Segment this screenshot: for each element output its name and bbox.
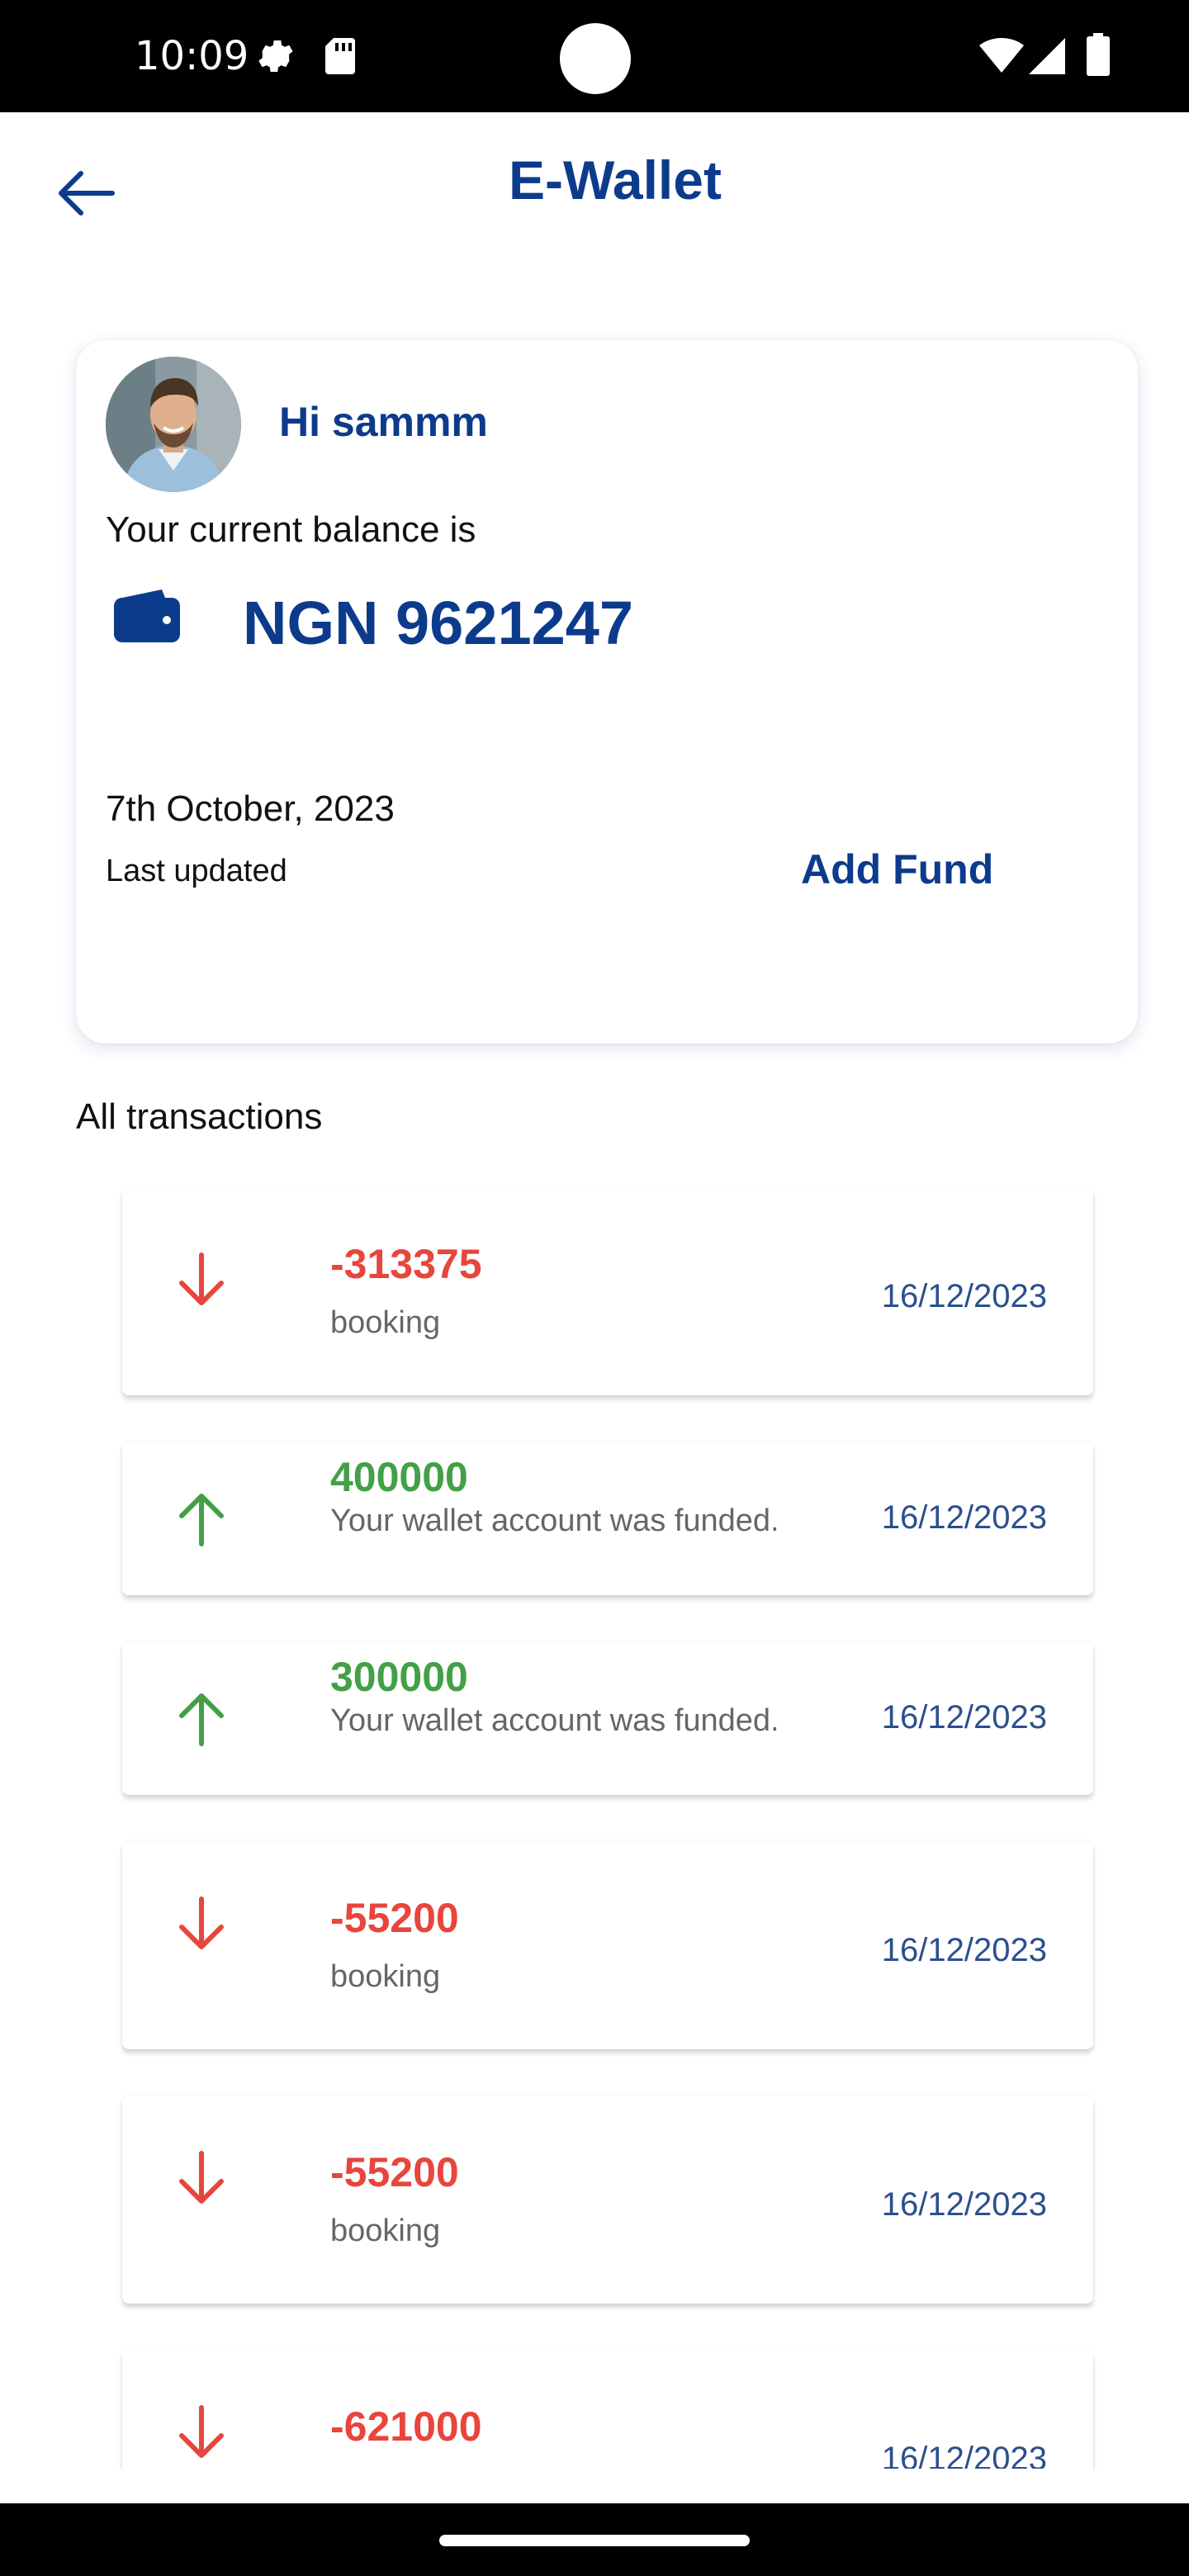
wifi-icon (979, 38, 1024, 78)
transaction-item[interactable]: -621000 16/12/2023 (122, 2350, 1093, 2469)
transaction-date: 16/12/2023 (881, 2186, 1047, 2223)
transaction-item[interactable]: 400000 Your wallet account was funded. 1… (122, 1442, 1093, 1595)
signal-icon (1029, 38, 1065, 78)
balance-date: 7th October, 2023 (106, 788, 395, 829)
transaction-date: 16/12/2023 (881, 1278, 1047, 1314)
transaction-amount: -55200 (330, 2149, 459, 2195)
avatar (106, 357, 241, 492)
wallet-icon (114, 590, 180, 646)
transaction-date: 16/12/2023 (881, 1932, 1047, 1968)
status-bar: 10:09 (0, 0, 1189, 112)
transaction-item[interactable]: -55200 booking 16/12/2023 (122, 2095, 1093, 2304)
transaction-item[interactable]: -55200 booking 16/12/2023 (122, 1841, 1093, 2049)
page-title: E-Wallet (509, 149, 722, 211)
balance-amount: NGN 9621247 (243, 589, 634, 657)
transaction-date: 16/12/2023 (881, 1699, 1047, 1735)
status-time: 10:09 (135, 33, 249, 79)
arrow-down-icon (175, 2404, 228, 2466)
transactions-list[interactable]: -313375 booking 16/12/2023 400000 Your w… (0, 1172, 1189, 2469)
arrow-up-icon (175, 1689, 228, 1751)
greeting: Hi sammm (279, 399, 488, 445)
transaction-item[interactable]: 300000 Your wallet account was funded. 1… (122, 1641, 1093, 1795)
arrow-down-icon (175, 1252, 228, 1314)
transaction-amount: -621000 (330, 2403, 482, 2450)
last-updated-label: Last updated (106, 854, 287, 888)
transaction-description: booking (330, 1959, 441, 1994)
transaction-description: Your wallet account was funded. (330, 1503, 779, 1538)
transaction-description: Your wallet account was funded. (330, 1703, 779, 1738)
transaction-amount: 400000 (330, 1454, 468, 1500)
add-fund-button[interactable]: Add Fund (801, 845, 993, 893)
transactions-title: All transactions (76, 1096, 323, 1137)
arrow-down-icon (175, 2150, 228, 2212)
app-bar: E-Wallet (0, 112, 1189, 261)
transaction-description: booking (330, 1305, 441, 1340)
transaction-date: 16/12/2023 (881, 1499, 1047, 1536)
battery-icon (1087, 33, 1110, 80)
navigation-bar (0, 2503, 1189, 2576)
transaction-description: booking (330, 2214, 441, 2248)
transaction-amount: -55200 (330, 1895, 459, 1941)
transaction-amount: -313375 (330, 1241, 482, 1287)
balance-card: Hi sammm Your current balance is NGN 962… (76, 340, 1138, 1044)
arrow-up-icon (175, 1489, 228, 1551)
transaction-amount: 300000 (330, 1654, 468, 1700)
transaction-item[interactable]: -313375 booking 16/12/2023 (122, 1187, 1093, 1395)
arrow-down-icon (175, 1896, 228, 1958)
transaction-date: 16/12/2023 (881, 2441, 1047, 2469)
camera-cutout (560, 23, 631, 94)
home-gesture-handle[interactable] (439, 2535, 750, 2546)
balance-label: Your current balance is (106, 509, 476, 550)
sd-card-icon (324, 36, 357, 80)
settings-icon (254, 35, 297, 82)
